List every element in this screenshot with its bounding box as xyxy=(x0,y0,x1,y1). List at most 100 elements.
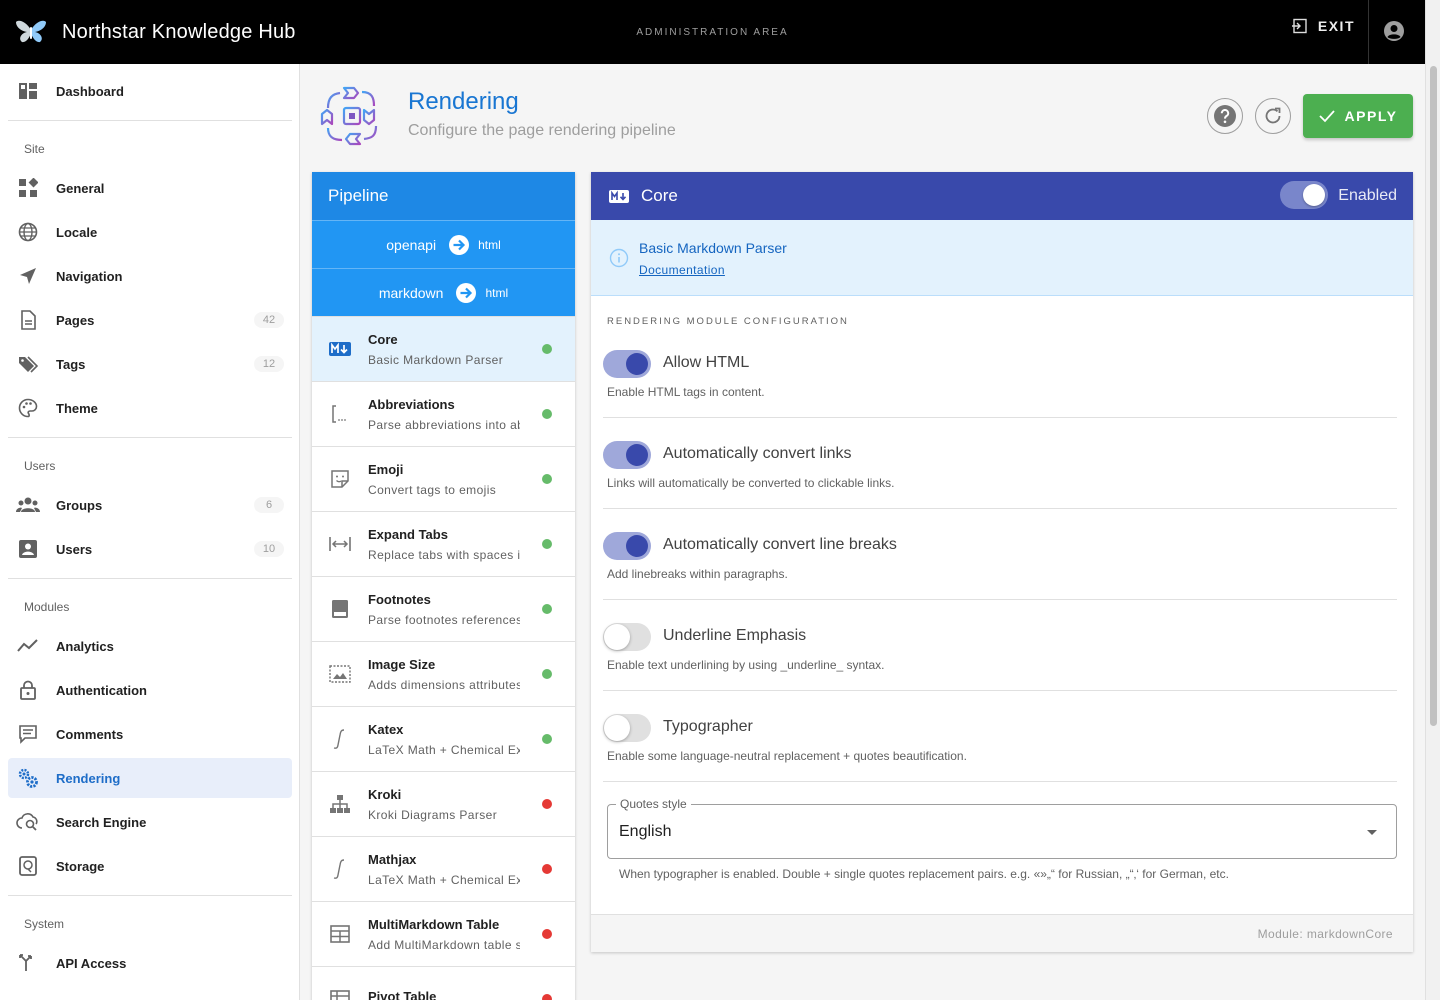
sidebar-item-pages[interactable]: Pages 42 xyxy=(8,300,292,340)
rendering-cycle-icon xyxy=(320,86,378,146)
sidebar-item-dashboard[interactable]: Dashboard xyxy=(8,71,292,111)
storage-icon xyxy=(16,854,40,878)
underline-emphasis-toggle[interactable] xyxy=(603,623,651,651)
tags-icon xyxy=(16,352,40,376)
top-bar: Northstar Knowledge Hub ADMINISTRATION A… xyxy=(0,0,1425,64)
sidebar-item-comments[interactable]: Comments xyxy=(8,714,292,754)
sidebar-item-navigation[interactable]: Navigation xyxy=(8,256,292,296)
scrollbar-thumb[interactable] xyxy=(1430,66,1437,726)
code-brackets-icon xyxy=(328,404,352,424)
status-dot xyxy=(542,734,552,744)
sidebar-item-label: Rendering xyxy=(56,770,121,786)
convert-links-toggle[interactable] xyxy=(603,441,651,469)
markdown-icon xyxy=(609,189,629,203)
refresh-icon xyxy=(1265,107,1281,124)
pipeline-item-expand-tabs[interactable]: Expand Tabs Replace tabs with spaces in … xyxy=(312,511,575,576)
module-enabled-toggle[interactable] xyxy=(1280,181,1328,209)
send-icon xyxy=(16,264,40,288)
help-button[interactable] xyxy=(1207,98,1243,134)
widgets-icon xyxy=(16,176,40,200)
nav-divider xyxy=(8,120,292,121)
markdown-icon xyxy=(328,342,352,356)
page-title: Rendering xyxy=(408,88,519,115)
pipeline-item-subtitle: Kroki Diagrams Parser xyxy=(368,807,498,822)
status-dot xyxy=(542,799,552,809)
pipeline-flow-markdown[interactable]: markdown html xyxy=(312,268,575,316)
option-label: Automatically convert line breaks xyxy=(663,536,897,553)
sidebar-item-groups[interactable]: Groups 6 xyxy=(8,485,292,525)
quotes-style-select[interactable]: Quotes style English xyxy=(607,797,1397,859)
pipeline-item-subtitle: Parse footnotes references xyxy=(368,612,520,627)
toggle-knob xyxy=(626,444,648,466)
sidebar-item-locale[interactable]: Locale xyxy=(8,212,292,252)
pipeline-item-mathjax[interactable]: Mathjax LaTeX Math + Chemical Expression… xyxy=(312,836,575,901)
pipeline-item-title: Abbreviations xyxy=(368,396,455,412)
apply-button[interactable]: APPLY xyxy=(1303,94,1413,138)
typographer-toggle[interactable] xyxy=(603,714,651,742)
exit-button[interactable]: EXIT xyxy=(1291,18,1355,34)
pipeline-item-core[interactable]: Core Basic Markdown Parser xyxy=(312,316,575,381)
page-scrollbar[interactable] xyxy=(1425,0,1440,1000)
option-hint: Add linebreaks within paragraphs. xyxy=(607,567,788,581)
image-size-icon xyxy=(328,664,352,684)
sidebar-item-users[interactable]: Users 10 xyxy=(8,529,292,569)
sidebar-item-analytics[interactable]: Analytics xyxy=(8,626,292,666)
sidebar-item-authentication[interactable]: Authentication xyxy=(8,670,292,710)
pipeline-item-abbreviations[interactable]: Abbreviations Parse abbreviations into a… xyxy=(312,381,575,446)
sidebar-item-api-access[interactable]: API Access xyxy=(8,943,292,983)
sidebar-item-general[interactable]: General xyxy=(8,168,292,208)
pipeline-panel: Pipeline openapi html markdown html Core… xyxy=(312,172,575,1000)
refresh-button[interactable] xyxy=(1255,98,1291,134)
toggle-knob xyxy=(626,535,648,557)
caret-down-icon xyxy=(1367,830,1377,835)
sidebar-item-label: Dashboard xyxy=(56,83,124,99)
convert-line-breaks-toggle[interactable] xyxy=(603,532,651,560)
toggle-knob xyxy=(1303,184,1325,206)
function-icon xyxy=(328,858,352,880)
sidebar-item-label: Analytics xyxy=(56,638,114,654)
pipeline-item-subtitle: Convert tags to emojis xyxy=(368,482,497,497)
documentation-link[interactable]: Documentation xyxy=(639,263,725,277)
core-config-panel: Core Enabled Basic Markdown Parser Docum… xyxy=(591,172,1413,952)
butterfly-logo-icon xyxy=(16,20,46,43)
table-icon xyxy=(328,925,352,943)
arrow-right-circle-icon xyxy=(456,282,477,303)
option-divider xyxy=(603,599,1397,600)
pipeline-item-pivot-table[interactable]: Pivot Table xyxy=(312,966,575,1000)
pipeline-item-footnotes[interactable]: Footnotes Parse footnotes references xyxy=(312,576,575,641)
sidebar-item-label: API Access xyxy=(56,955,127,971)
sidebar-item-theme[interactable]: Theme xyxy=(8,388,292,428)
pipeline-item-image-size[interactable]: Image Size Adds dimensions attributes to… xyxy=(312,641,575,706)
pipeline-item-title: Katex xyxy=(368,721,404,737)
cloud-search-icon xyxy=(16,810,40,834)
flow-to: html xyxy=(485,285,509,300)
pipeline-flow-openapi[interactable]: openapi html xyxy=(312,220,575,268)
pipeline-item-kroki[interactable]: Kroki Kroki Diagrams Parser xyxy=(312,771,575,836)
sticker-emoji-icon xyxy=(328,469,352,489)
sidebar-item-storage[interactable]: Storage xyxy=(8,846,292,886)
partial-icon xyxy=(16,995,40,1000)
info-icon xyxy=(609,248,629,268)
nav-section-users: Users xyxy=(24,459,56,473)
quotes-style-hint: When typographer is enabled. Double + si… xyxy=(619,867,1229,881)
pipeline-item-emoji[interactable]: Emoji Convert tags to emojis xyxy=(312,446,575,511)
pipeline-item-katex[interactable]: Katex LaTeX Math + Chemical Expression P… xyxy=(312,706,575,771)
config-section-label: RENDERING MODULE CONFIGURATION xyxy=(607,316,849,327)
flow-from: openapi xyxy=(386,236,437,253)
sidebar-item-search-engine[interactable]: Search Engine xyxy=(8,802,292,842)
status-dot xyxy=(542,604,552,614)
enabled-label: Enabled xyxy=(1338,187,1397,204)
allow-html-toggle[interactable] xyxy=(603,350,651,378)
flow-from: markdown xyxy=(378,284,444,301)
sidebar-item-tags[interactable]: Tags 12 xyxy=(8,344,292,384)
globe-icon xyxy=(16,220,40,244)
sidebar-item-partial[interactable] xyxy=(8,987,292,1000)
sidebar-item-label: Search Engine xyxy=(56,814,147,830)
account-circle-icon[interactable] xyxy=(1383,20,1405,42)
sidebar-item-label: Theme xyxy=(56,400,98,416)
option-label: Typographer xyxy=(663,718,753,735)
page-subtitle: Configure the page rendering pipeline xyxy=(408,122,676,139)
pipeline-item-multimarkdown-table[interactable]: MultiMarkdown Table Add MultiMarkdown ta… xyxy=(312,901,575,966)
option-hint: Enable HTML tags in content. xyxy=(607,385,765,399)
sidebar-item-rendering[interactable]: Rendering xyxy=(8,758,292,798)
